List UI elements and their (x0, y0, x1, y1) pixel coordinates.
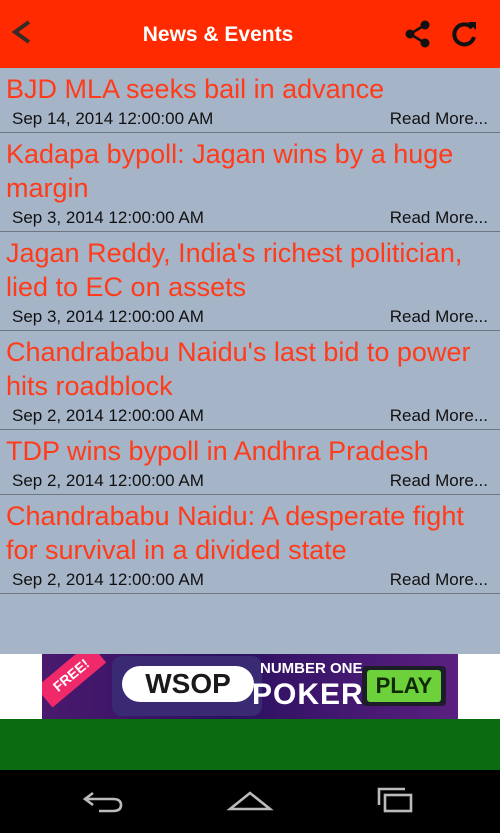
refresh-button[interactable] (448, 18, 480, 50)
read-more-link[interactable]: Read More... (390, 306, 488, 326)
page-title: News & Events (142, 23, 294, 46)
read-more-link[interactable]: Read More... (390, 108, 488, 128)
read-more-link[interactable]: Read More... (390, 470, 488, 490)
bottom-color-bar (0, 719, 500, 770)
ad-tagline-top: NUMBER ONE (260, 660, 363, 677)
list-item[interactable]: Jagan Reddy, India's richest politician,… (0, 232, 500, 331)
read-more-link[interactable]: Read More... (390, 569, 488, 589)
ad-play-button[interactable]: PLAY (367, 670, 441, 702)
nav-back-button[interactable] (78, 784, 128, 820)
list-item[interactable]: Kadapa bypoll: Jagan wins by a huge marg… (0, 133, 500, 232)
app-header: News & Events (0, 0, 500, 68)
share-button[interactable] (402, 18, 434, 50)
news-headline[interactable]: BJD MLA seeks bail in advance (0, 68, 500, 106)
ad-tagline-main: POKER (252, 678, 364, 711)
list-item[interactable]: Chandrababu Naidu's last bid to power hi… (0, 331, 500, 430)
read-more-link[interactable]: Read More... (390, 405, 488, 425)
nav-home-icon (226, 785, 274, 820)
list-item[interactable]: Chandrababu Naidu: A desperate fight for… (0, 495, 500, 594)
news-headline[interactable]: Kadapa bypoll: Jagan wins by a huge marg… (0, 133, 500, 205)
nav-recents-icon (373, 785, 421, 820)
news-date: Sep 2, 2014 12:00:00 AM (12, 406, 204, 425)
news-headline[interactable]: Chandrababu Naidu: A desperate fight for… (0, 495, 500, 567)
ad-free-ribbon: FREE! (42, 654, 107, 708)
nav-home-button[interactable] (225, 784, 275, 820)
ad-brand-logo: WSOP (122, 666, 254, 702)
list-item[interactable]: BJD MLA seeks bail in advance Sep 14, 20… (0, 68, 500, 133)
refresh-icon (448, 22, 480, 54)
share-icon (402, 20, 434, 54)
system-nav-bar (0, 770, 500, 833)
news-list[interactable]: BJD MLA seeks bail in advance Sep 14, 20… (0, 68, 500, 654)
news-headline[interactable]: Jagan Reddy, India's richest politician,… (0, 232, 500, 304)
news-headline[interactable]: Chandrababu Naidu's last bid to power hi… (0, 331, 500, 403)
nav-back-icon (79, 785, 127, 820)
news-date: Sep 2, 2014 12:00:00 AM (12, 471, 204, 490)
news-date: Sep 14, 2014 12:00:00 AM (12, 109, 214, 128)
ad-banner[interactable]: FREE! WSOP NUMBER ONE POKER PLAY (42, 654, 458, 719)
read-more-link[interactable]: Read More... (390, 207, 488, 227)
nav-recents-button[interactable] (372, 784, 422, 820)
news-headline[interactable]: TDP wins bypoll in Andhra Pradesh (0, 430, 500, 468)
news-date: Sep 3, 2014 12:00:00 AM (12, 208, 204, 227)
ad-banner-container: FREE! WSOP NUMBER ONE POKER PLAY (0, 654, 500, 719)
news-date: Sep 2, 2014 12:00:00 AM (12, 570, 204, 589)
news-date: Sep 3, 2014 12:00:00 AM (12, 307, 204, 326)
list-item[interactable]: TDP wins bypoll in Andhra Pradesh Sep 2,… (0, 430, 500, 495)
